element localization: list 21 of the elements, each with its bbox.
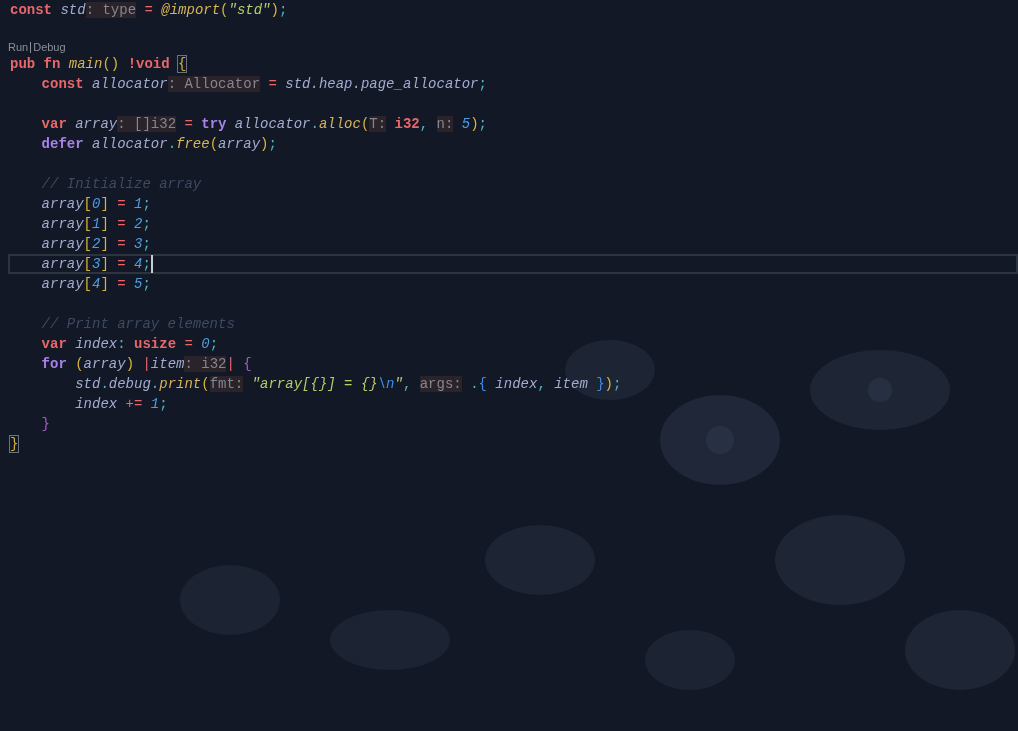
- code-comment: // Print array elements: [41, 314, 235, 334]
- code-comment: // Initialize array: [41, 174, 202, 194]
- code-line: for (array) |item: i32| {: [41, 354, 252, 374]
- code-line: index += 1;: [75, 394, 168, 414]
- code-line: array[3] = 4;: [41, 254, 151, 274]
- code-line: const std: type = @import("std");: [10, 0, 288, 20]
- code-line: array[1] = 2;: [41, 214, 151, 234]
- codelens-link[interactable]: Run: [8, 38, 29, 56]
- code-line: defer allocator.free(array);: [41, 134, 277, 154]
- code-line: }: [10, 434, 19, 454]
- codelens-link[interactable]: Debug: [33, 38, 66, 56]
- code-line: var array: []i32 = try allocator.alloc(T: i32, n: 5);: [41, 114, 487, 134]
- code-line: array[2] = 3;: [41, 234, 151, 254]
- code-line: const allocator: Allocator = std.heap.page_allocator;: [41, 74, 487, 94]
- code-line: pub fn main() !void {: [10, 54, 187, 74]
- text-cursor: [150, 255, 153, 273]
- code-line: array[4] = 5;: [41, 274, 151, 294]
- code-line: var index: usize = 0;: [41, 334, 219, 354]
- code-line: std.debug.print(fmt: "array[{}] = {}\n", args: .{ index, item });: [75, 374, 622, 394]
- code-line: }: [41, 414, 50, 434]
- code-line: array[0] = 1;: [41, 194, 151, 214]
